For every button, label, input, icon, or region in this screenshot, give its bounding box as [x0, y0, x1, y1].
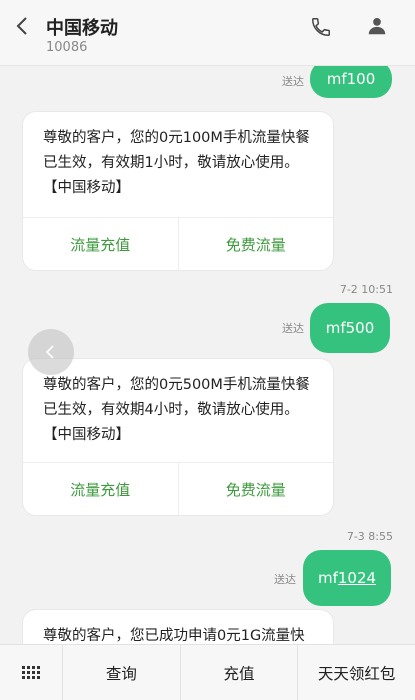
received-message-card: 尊敬的客户，您的0元100M手机流量快餐 已生效，有效期1小时，敬请放心使用。 …: [22, 111, 334, 271]
recharge-data-button[interactable]: 流量充值: [23, 218, 178, 270]
bottom-menu-bar: 查询 充值 天天领红包: [0, 644, 415, 700]
sent-message-bubble[interactable]: mf500: [310, 303, 390, 353]
received-message-text: 尊敬的客户，您已成功申请0元1G流量快: [43, 628, 305, 644]
received-message-card: 尊敬的客户，您的0元500M手机流量快餐 已生效，有效期4小时，敬请放心使用。 …: [22, 358, 334, 516]
keyboard-toggle-button[interactable]: [0, 645, 63, 700]
delivery-status: 送达: [282, 75, 304, 88]
received-message-text: 尊敬的客户，您的0元100M手机流量快餐 已生效，有效期1小时，敬请放心使用。 …: [43, 130, 310, 196]
grid-menu-icon: [22, 665, 40, 679]
timestamp: 7-2 10:51: [339, 283, 393, 296]
chevron-left-icon: [45, 345, 54, 359]
back-arrow-icon[interactable]: [12, 14, 32, 38]
daily-red-packet-button[interactable]: 天天领红包: [297, 645, 415, 700]
header-bar: 中国移动 10086: [0, 0, 415, 66]
sent-message-text: mf: [317, 569, 338, 587]
floating-back-button[interactable]: [28, 329, 74, 375]
free-data-button[interactable]: 免费流量: [177, 463, 334, 515]
delivery-status: 送达: [274, 573, 296, 586]
contact-title: 中国移动: [46, 18, 118, 39]
recharge-menu-button[interactable]: 充值: [179, 645, 298, 700]
received-message-card: 尊敬的客户，您已成功申请0元1G流量快: [22, 609, 334, 644]
sent-message-link[interactable]: 1024: [338, 569, 376, 587]
query-menu-button[interactable]: 查询: [63, 645, 180, 700]
phone-icon[interactable]: [310, 16, 332, 38]
received-message-text: 尊敬的客户，您的0元500M手机流量快餐 已生效，有效期4小时，敬请放心使用。 …: [43, 377, 310, 443]
sent-message-bubble[interactable]: mf 1024: [303, 550, 391, 606]
contact-profile-icon[interactable]: [366, 15, 388, 37]
free-data-button[interactable]: 免费流量: [177, 218, 334, 270]
timestamp: 7-3 8:55: [346, 530, 393, 543]
contact-number: 10086: [46, 40, 88, 55]
message-actions: 流量充值 免费流量: [23, 217, 333, 270]
message-actions: 流量充值 免费流量: [23, 462, 333, 515]
sent-message-bubble[interactable]: mf100: [310, 66, 392, 98]
delivery-status: 送达: [282, 322, 304, 335]
recharge-data-button[interactable]: 流量充值: [23, 463, 178, 515]
